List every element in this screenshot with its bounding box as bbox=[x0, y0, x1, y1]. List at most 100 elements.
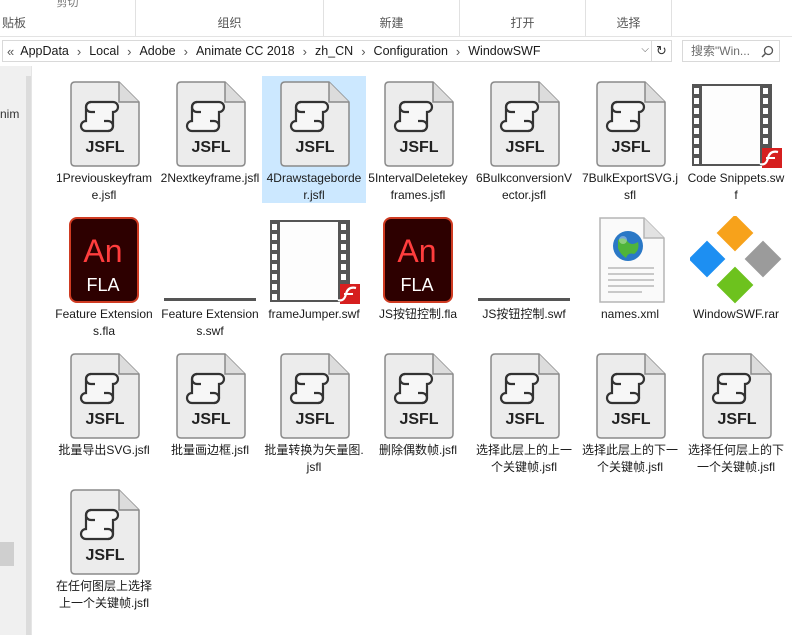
file-item[interactable]: JSFL 批量转换为矢量图.jsfl bbox=[262, 348, 366, 475]
svg-text:JSFL: JSFL bbox=[611, 139, 650, 156]
jsfl-file-icon: JSFL bbox=[52, 484, 156, 578]
rar-archive-icon bbox=[684, 212, 788, 306]
svg-text:JSFL: JSFL bbox=[505, 139, 544, 156]
file-item[interactable]: JSFL 7BulkExportSVG.jsfl bbox=[578, 76, 682, 203]
refresh-icon[interactable]: ↻ bbox=[652, 40, 672, 62]
breadcrumb-appdata[interactable]: AppData bbox=[20, 44, 69, 58]
animate-fla-icon: An FLA bbox=[52, 212, 156, 306]
file-name: JS按钮控制.swf bbox=[482, 307, 566, 321]
svg-text:JSFL: JSFL bbox=[295, 411, 334, 428]
jsfl-file-icon: JSFL bbox=[578, 76, 682, 170]
file-item[interactable]: An FLA Feature Extensions.fla bbox=[52, 212, 156, 339]
file-name: 4Drawstageborder.jsfl bbox=[266, 171, 362, 202]
flash-swf-icon bbox=[684, 76, 788, 170]
ribbon-cut-label: 剪切 bbox=[56, 0, 79, 9]
file-item[interactable]: JSFL 在任何图层上选择上一个关键帧.jsfl bbox=[52, 484, 156, 611]
file-item[interactable]: JSFL 选择任何层上的下一个关键帧.jsfl bbox=[684, 348, 788, 475]
jsfl-file-icon: JSFL bbox=[158, 348, 262, 442]
file-item[interactable]: JSFL 删除偶数帧.jsfl bbox=[366, 348, 470, 459]
file-item[interactable]: JSFL 选择此层上的下一个关键帧.jsfl bbox=[578, 348, 682, 475]
chevron-right-icon[interactable]: › bbox=[353, 44, 373, 59]
file-name: 2Nextkeyframe.jsfl bbox=[160, 171, 260, 185]
file-item[interactable]: An FLA JS按钮控制.fla bbox=[366, 212, 470, 323]
ribbon-section-new[interactable]: 新建 bbox=[324, 0, 460, 36]
jsfl-file-icon: JSFL bbox=[578, 348, 682, 442]
file-item[interactable]: JSFL 6BulkconversionVector.jsfl bbox=[472, 76, 576, 203]
address-dropdown-icon[interactable]: ⌵ bbox=[641, 44, 649, 55]
breadcrumb-configuration[interactable]: Configuration bbox=[374, 44, 448, 58]
file-item[interactable]: WindowSWF.rar bbox=[684, 212, 788, 323]
xml-globe-icon bbox=[578, 212, 682, 306]
file-item[interactable]: JSFL 4Drawstageborder.jsfl bbox=[262, 76, 366, 203]
file-item[interactable]: Feature Extensions.swf bbox=[158, 212, 262, 339]
flash-swf-icon bbox=[262, 212, 366, 306]
chevron-right-icon[interactable]: › bbox=[176, 44, 196, 59]
jsfl-file-icon: JSFL bbox=[52, 348, 156, 442]
jsfl-file-icon: JSFL bbox=[262, 76, 366, 170]
chevron-right-icon[interactable]: › bbox=[295, 44, 315, 59]
svg-text:FLA: FLA bbox=[86, 275, 119, 295]
nav-partial-label[interactable]: nim bbox=[0, 107, 19, 121]
svg-text:An: An bbox=[397, 233, 436, 269]
jsfl-file-icon: JSFL bbox=[366, 348, 470, 442]
animate-fla-icon: An FLA bbox=[366, 212, 470, 306]
ribbon-label-select: 选择 bbox=[616, 16, 641, 30]
address-row: « AppData › Local › Adobe › Animate CC 2… bbox=[0, 37, 792, 66]
breadcrumb-local[interactable]: Local bbox=[89, 44, 119, 58]
file-name: Feature Extensions.fla bbox=[55, 307, 153, 338]
file-item[interactable]: JSFL 2Nextkeyframe.jsfl bbox=[158, 76, 262, 187]
breadcrumb-windowswf[interactable]: WindowSWF bbox=[468, 44, 540, 58]
file-item[interactable]: JSFL 5IntervalDeletekeyframes.jsfl bbox=[366, 76, 470, 203]
file-name: 选择任何层上的下一个关键帧.jsfl bbox=[687, 443, 784, 474]
svg-text:JSFL: JSFL bbox=[191, 139, 230, 156]
nav-scrollbar[interactable] bbox=[26, 76, 31, 635]
ribbon-section-organize[interactable]: 组织 bbox=[136, 0, 324, 36]
file-name: 在任何图层上选择上一个关键帧.jsfl bbox=[55, 579, 152, 610]
blank-swf-icon bbox=[158, 212, 262, 306]
file-name: 6BulkconversionVector.jsfl bbox=[475, 171, 573, 202]
chevron-right-icon[interactable]: › bbox=[119, 44, 139, 59]
ribbon-section-clipboard[interactable]: 剪切 贴板 bbox=[0, 0, 136, 36]
svg-text:JSFL: JSFL bbox=[191, 411, 230, 428]
ribbon-label-new: 新建 bbox=[379, 16, 404, 30]
address-bar[interactable]: « AppData › Local › Adobe › Animate CC 2… bbox=[2, 40, 652, 62]
chevron-right-icon[interactable]: › bbox=[448, 44, 468, 59]
search-box[interactable]: 搜索"Win... bbox=[682, 40, 780, 62]
breadcrumb-zh-cn[interactable]: zh_CN bbox=[315, 44, 353, 58]
svg-text:JSFL: JSFL bbox=[85, 547, 124, 564]
ribbon-section-open[interactable]: 打开 bbox=[460, 0, 586, 36]
ribbon-label-organize: 组织 bbox=[217, 16, 242, 30]
search-placeholder: 搜索"Win... bbox=[691, 44, 750, 58]
breadcrumb-animate[interactable]: Animate CC 2018 bbox=[196, 44, 295, 58]
file-item[interactable]: names.xml bbox=[578, 212, 682, 323]
file-item[interactable]: Code Snippets.swf bbox=[684, 76, 788, 203]
overflow-chevron-icon[interactable]: « bbox=[3, 44, 20, 59]
file-item[interactable]: JSFL 批量画边框.jsfl bbox=[158, 348, 262, 459]
jsfl-file-icon: JSFL bbox=[472, 76, 576, 170]
file-item[interactable]: JSFL 选择此层上的上一个关键帧.jsfl bbox=[472, 348, 576, 475]
file-item[interactable]: frameJumper.swf bbox=[262, 212, 366, 323]
file-name: 删除偶数帧.jsfl bbox=[378, 443, 457, 457]
file-name: 批量导出SVG.jsfl bbox=[58, 443, 150, 457]
file-name: 7BulkExportSVG.jsfl bbox=[581, 171, 679, 202]
breadcrumb-adobe[interactable]: Adobe bbox=[139, 44, 175, 58]
jsfl-file-icon: JSFL bbox=[52, 76, 156, 170]
file-item[interactable]: JS按钮控制.swf bbox=[472, 212, 576, 323]
ribbon-section-select[interactable]: 选择 bbox=[586, 0, 672, 36]
file-name: 1Previouskeyframe.jsfl bbox=[55, 171, 153, 202]
svg-text:JSFL: JSFL bbox=[295, 139, 334, 156]
chevron-right-icon[interactable]: › bbox=[69, 44, 89, 59]
file-item[interactable]: JSFL 批量导出SVG.jsfl bbox=[52, 348, 156, 459]
file-name: 选择此层上的下一个关键帧.jsfl bbox=[581, 443, 678, 474]
file-name: JS按钮控制.fla bbox=[378, 307, 457, 321]
nav-selected-item[interactable] bbox=[0, 542, 14, 566]
svg-text:JSFL: JSFL bbox=[611, 411, 650, 428]
svg-text:JSFL: JSFL bbox=[85, 139, 124, 156]
jsfl-file-icon: JSFL bbox=[262, 348, 366, 442]
file-name: names.xml bbox=[600, 307, 659, 321]
file-item[interactable]: JSFL 1Previouskeyframe.jsfl bbox=[52, 76, 156, 203]
svg-text:FLA: FLA bbox=[400, 275, 433, 295]
file-name: 5IntervalDeletekeyframes.jsfl bbox=[368, 171, 468, 202]
svg-text:JSFL: JSFL bbox=[399, 411, 438, 428]
file-name: WindowSWF.rar bbox=[692, 307, 779, 321]
